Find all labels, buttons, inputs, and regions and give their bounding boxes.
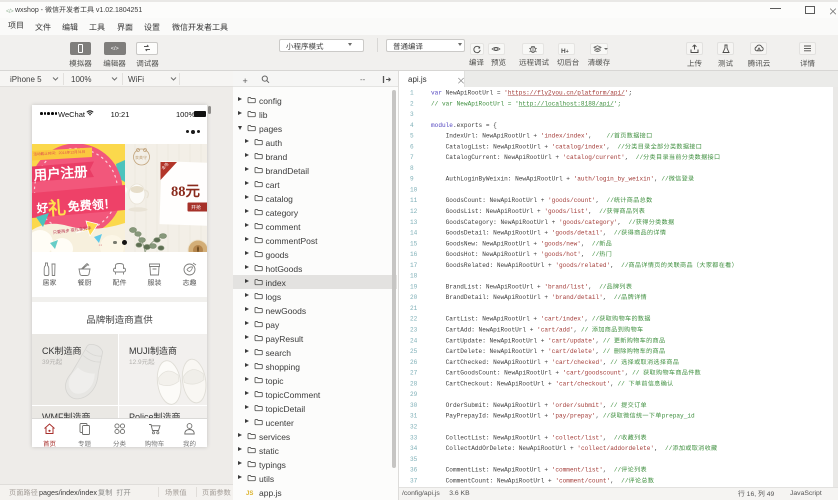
svg-text:礼: 礼 — [47, 194, 67, 221]
svg-text:88元: 88元 — [171, 180, 201, 201]
svg-text:用户注册: 用户注册 — [32, 160, 89, 184]
svg-text:开抢: 开抢 — [191, 204, 201, 211]
svg-text:食美守: 食美守 — [135, 155, 147, 161]
svg-text:免费领！: 免费领！ — [67, 195, 116, 215]
